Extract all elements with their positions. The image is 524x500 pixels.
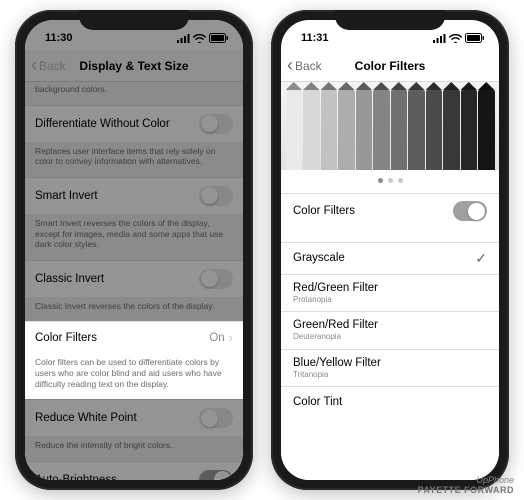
row-desc: Smart Invert reverses the colors of the … [25, 214, 243, 260]
page-dot[interactable] [378, 178, 383, 183]
status-indicators [433, 33, 485, 43]
screen-display-text-size: 11:30 ‹ Back Display & Text Size backgro… [25, 20, 243, 480]
battery-icon [465, 33, 485, 43]
row-classic-invert[interactable]: Classic Invert [25, 260, 243, 297]
phone-right: 11:31 ‹ Back Color Filters [271, 10, 509, 490]
nav-header: ‹ Back Display & Text Size [25, 50, 243, 82]
pencil [443, 90, 460, 170]
row-differentiate-without-color[interactable]: Differentiate Without Color [25, 105, 243, 142]
row-value: On › [209, 330, 233, 345]
page-dot[interactable] [398, 178, 403, 183]
filter-label: Blue/Yellow Filter Tritanopia [293, 357, 381, 379]
row-reduce-white-point[interactable]: Reduce White Point [25, 399, 243, 436]
page-dot[interactable] [388, 178, 393, 183]
row-label: Smart Invert [35, 190, 98, 202]
section-spacer [281, 228, 499, 242]
wifi-icon [449, 34, 462, 43]
toggle-color-filters[interactable] [453, 201, 487, 221]
filter-option-grayscale[interactable]: Grayscale ✓ [281, 242, 499, 274]
value-text: On [209, 332, 224, 344]
filter-option-green-red[interactable]: Green/Red Filter Deuteranopia [281, 311, 499, 348]
filter-sublabel: Deuteranopia [293, 333, 378, 342]
row-label: Classic Invert [35, 273, 104, 285]
row-desc: Reduce the intensity of bright colors. [25, 436, 243, 461]
settings-content[interactable]: background colors. Differentiate Without… [25, 82, 243, 480]
page-indicator[interactable] [281, 170, 499, 193]
chevron-right-icon: › [229, 330, 233, 345]
pencil [391, 90, 408, 170]
row-label: Color Filters [35, 332, 97, 344]
filter-option-blue-yellow[interactable]: Blue/Yellow Filter Tritanopia [281, 349, 499, 386]
back-label: Back [39, 59, 66, 73]
filter-label: Color Tint [293, 396, 342, 409]
watermark: UpPhone PAYETTE FORWARD [418, 476, 514, 496]
filter-label: Grayscale [293, 252, 345, 265]
row-auto-brightness[interactable]: Auto-Brightness [25, 461, 243, 480]
row-label: Auto-Brightness [35, 474, 117, 480]
toggle-differentiate[interactable] [199, 114, 233, 134]
row-smart-invert[interactable]: Smart Invert [25, 177, 243, 214]
notch [335, 10, 445, 30]
nav-header: ‹ Back Color Filters [281, 50, 499, 82]
phone-left: 11:30 ‹ Back Display & Text Size backgro… [15, 10, 253, 490]
row-desc: Classic Invert reverses the colors of th… [25, 297, 243, 322]
back-label: Back [295, 59, 322, 73]
pencil [338, 90, 355, 170]
toggle-smart-invert[interactable] [199, 186, 233, 206]
row-desc: Replaces user interface items that rely … [25, 142, 243, 177]
filter-option-red-green[interactable]: Red/Green Filter Protanopia [281, 274, 499, 311]
leading-desc-fragment: background colors. [25, 82, 243, 105]
cellular-icon [177, 34, 190, 43]
pencil [461, 90, 478, 170]
back-button[interactable]: ‹ Back [287, 58, 322, 74]
highlighted-section: Color Filters On › Color filters can be … [25, 321, 243, 399]
status-time: 11:30 [45, 32, 73, 44]
battery-icon [209, 33, 229, 43]
filter-option-color-tint[interactable]: Color Tint [281, 386, 499, 418]
filter-sublabel: Protanopia [293, 296, 378, 305]
toggle-reduce-white[interactable] [199, 408, 233, 428]
pencil [478, 90, 495, 170]
pencil [303, 90, 320, 170]
filter-sublabel: Tritanopia [293, 371, 381, 380]
row-desc: Color filters can be used to differentia… [25, 353, 243, 399]
color-filters-content[interactable]: Color Filters Grayscale ✓ Red/Green Filt… [281, 82, 499, 480]
pencil [426, 90, 443, 170]
watermark-line2: PAYETTE FORWARD [418, 486, 514, 496]
status-indicators [177, 33, 229, 43]
row-label: Differentiate Without Color [35, 118, 170, 130]
cellular-icon [433, 34, 446, 43]
checkmark-icon: ✓ [475, 250, 487, 267]
toggle-auto-brightness[interactable] [199, 470, 233, 480]
screen-color-filters: 11:31 ‹ Back Color Filters [281, 20, 499, 480]
filter-label-text: Green/Red Filter [293, 319, 378, 331]
notch [79, 10, 189, 30]
status-time: 11:31 [301, 32, 329, 44]
filter-label-text: Blue/Yellow Filter [293, 357, 381, 369]
pencil [286, 90, 303, 170]
toggle-classic-invert[interactable] [199, 269, 233, 289]
chevron-left-icon: ‹ [287, 56, 293, 74]
row-color-filters-toggle[interactable]: Color Filters [281, 193, 499, 228]
filter-label: Red/Green Filter Protanopia [293, 282, 378, 304]
row-label: Color Filters [293, 205, 355, 218]
pencil [373, 90, 390, 170]
pencil [408, 90, 425, 170]
back-button[interactable]: ‹ Back [31, 58, 66, 74]
wifi-icon [193, 34, 206, 43]
filter-label-text: Red/Green Filter [293, 282, 378, 294]
row-label: Reduce White Point [35, 412, 137, 424]
chevron-left-icon: ‹ [31, 56, 37, 74]
row-color-filters[interactable]: Color Filters On › [25, 321, 243, 353]
pencils-preview-image[interactable] [281, 82, 499, 170]
pencil [321, 90, 338, 170]
pencil [356, 90, 373, 170]
filter-label: Green/Red Filter Deuteranopia [293, 319, 378, 341]
